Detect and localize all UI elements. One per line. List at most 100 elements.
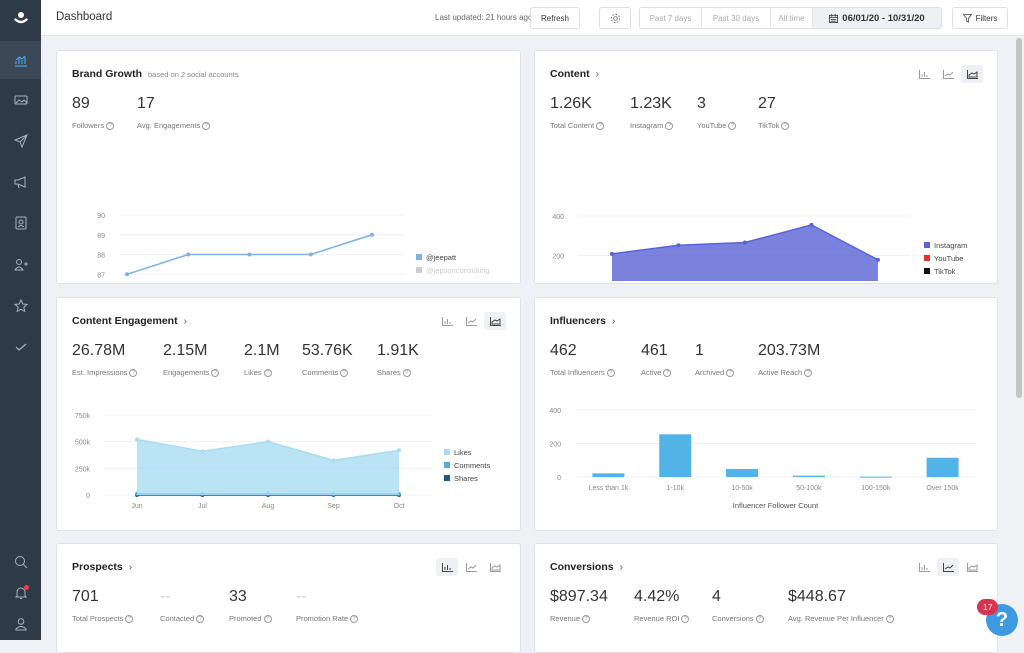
- help-tooltip-icon[interactable]: ?: [781, 122, 789, 130]
- card-title: Influencers: [550, 315, 606, 327]
- nav-campaigns[interactable]: [0, 122, 41, 160]
- chart-type-line-button[interactable]: [460, 558, 482, 576]
- chart-type-bar-button[interactable]: [436, 558, 458, 576]
- stat-est-impressions: 26.78MEst. Impressions?: [72, 342, 163, 377]
- chart-type-bar-button[interactable]: [913, 65, 935, 83]
- custom-date-range[interactable]: 06/01/20 - 10/31/20: [813, 8, 941, 28]
- stats-row: 701Total Prospects?--Contacted?33Promote…: [72, 588, 386, 623]
- help-tooltip-icon[interactable]: ?: [756, 615, 764, 623]
- help-tooltip-icon[interactable]: ?: [804, 369, 812, 377]
- stat-label-text: Likes: [244, 368, 262, 377]
- stat-label-text: Avg. Engagements: [137, 121, 200, 130]
- x-tick-label: 100-150k: [861, 485, 891, 492]
- contact-book-icon: [14, 216, 28, 230]
- filters-button[interactable]: Filters: [952, 7, 1008, 29]
- legend-label: Shares: [454, 474, 478, 483]
- data-point: [743, 240, 747, 244]
- stat-value: 89: [72, 95, 137, 115]
- data-point: [309, 253, 313, 257]
- influencers-chart: 0200400Less than 1k1-10k10-50k50-100k100…: [535, 398, 999, 528]
- influencers-title-link[interactable]: Influencers›: [550, 315, 615, 327]
- help-tooltip-icon[interactable]: ?: [211, 369, 219, 377]
- chart-type-area-button[interactable]: [961, 65, 983, 83]
- chart-type-bar-button[interactable]: [436, 312, 458, 330]
- nav-analytics[interactable]: [0, 41, 41, 79]
- chart-type-area-button[interactable]: [484, 312, 506, 330]
- help-tooltip-icon[interactable]: ?: [106, 122, 114, 130]
- range-past-7-days[interactable]: Past 7 days: [640, 8, 702, 28]
- bar-chart-icon: [442, 563, 453, 572]
- help-tooltip-icon[interactable]: ?: [196, 615, 204, 623]
- content-title-link[interactable]: Content›: [550, 68, 599, 80]
- stat-instagram: 1.23KInstagram?: [630, 95, 697, 130]
- data-point: [876, 258, 880, 262]
- stat-value: 461: [641, 342, 695, 362]
- chart-type-line-button[interactable]: [460, 312, 482, 330]
- stat-label-text: YouTube: [697, 121, 726, 130]
- help-tooltip-icon[interactable]: ?: [340, 369, 348, 377]
- chevron-right-icon: ›: [184, 316, 187, 327]
- range-all-time[interactable]: All time: [771, 8, 813, 28]
- chart-type-line-button[interactable]: [937, 65, 959, 83]
- chart-type-line-button[interactable]: [937, 558, 959, 576]
- brand-growth-chart: 8687888990JunJulAugSepOct@jeepatt@jepson…: [57, 151, 522, 281]
- nav-contacts[interactable]: [0, 204, 41, 242]
- data-point: [125, 272, 129, 276]
- chart-type-area-button[interactable]: [961, 558, 983, 576]
- stat-active: 461Active?: [641, 342, 695, 377]
- stat-label-text: Followers: [72, 121, 104, 130]
- app-logo[interactable]: [0, 0, 41, 36]
- legend-swatch: [416, 267, 422, 273]
- nav-content[interactable]: [0, 81, 41, 119]
- help-tooltip-icon[interactable]: ?: [582, 615, 590, 623]
- help-tooltip-icon[interactable]: ?: [129, 369, 137, 377]
- stat-active-reach: 203.73MActive Reach?: [758, 342, 848, 377]
- x-tick-label: Sep: [327, 503, 340, 510]
- stats-row: 1.26KTotal Content?1.23KInstagram?3YouTu…: [550, 95, 818, 130]
- help-tooltip-icon[interactable]: ?: [125, 615, 133, 623]
- image-icon: [14, 93, 28, 107]
- legend-label: Other: [934, 280, 953, 281]
- help-tooltip-icon[interactable]: ?: [726, 369, 734, 377]
- stats-row: $897.34Revenue?4.42%Revenue ROI?4Convers…: [550, 588, 938, 623]
- help-tooltip-icon[interactable]: ?: [681, 615, 689, 623]
- legend-label: @jeepatt: [426, 253, 457, 262]
- nav-promotions[interactable]: [0, 163, 41, 201]
- data-point: [370, 233, 374, 237]
- nav-favorites[interactable]: [0, 287, 41, 325]
- stat-archived: 1Archived?: [695, 342, 758, 377]
- stat-label-text: Promotion Rate: [296, 614, 348, 623]
- help-tooltip-icon[interactable]: ?: [663, 369, 671, 377]
- scrollbar[interactable]: [1016, 38, 1022, 398]
- help-tooltip-icon[interactable]: ?: [665, 122, 673, 130]
- help-tooltip-icon[interactable]: ?: [264, 369, 272, 377]
- stat-value: $897.34: [550, 588, 634, 608]
- help-tooltip-icon[interactable]: ?: [202, 122, 210, 130]
- help-tooltip-icon[interactable]: ?: [596, 122, 604, 130]
- y-tick-label: 400: [549, 408, 561, 415]
- nav-add-user[interactable]: [0, 246, 41, 284]
- stat-label: Active Reach?: [758, 368, 848, 377]
- help-tooltip-icon[interactable]: ?: [886, 615, 894, 623]
- chart-type-area-button[interactable]: [484, 558, 506, 576]
- stat-label: Likes?: [244, 368, 302, 377]
- help-tooltip-icon[interactable]: ?: [350, 615, 358, 623]
- help-tooltip-icon[interactable]: ?: [607, 369, 615, 377]
- help-tooltip-icon[interactable]: ?: [403, 369, 411, 377]
- nav-profile[interactable]: [0, 605, 41, 643]
- range-past-30-days[interactable]: Past 30 days: [702, 8, 771, 28]
- conversions-title-link[interactable]: Conversions›: [550, 561, 623, 573]
- stat-value: 2.15M: [163, 342, 244, 362]
- chart-type-bar-button[interactable]: [913, 558, 935, 576]
- nav-tasks[interactable]: [0, 328, 41, 366]
- card-title: Content: [550, 68, 590, 80]
- help-tooltip-icon[interactable]: ?: [264, 615, 272, 623]
- stat-value: 4.42%: [634, 588, 712, 608]
- prospects-title-link[interactable]: Prospects›: [72, 561, 132, 573]
- stat-label-text: Instagram: [630, 121, 663, 130]
- settings-button[interactable]: [599, 7, 631, 29]
- refresh-button[interactable]: Refresh: [530, 7, 580, 29]
- help-tooltip-icon[interactable]: ?: [728, 122, 736, 130]
- bar: [793, 476, 825, 477]
- engagement-title-link[interactable]: Content Engagement›: [72, 315, 187, 327]
